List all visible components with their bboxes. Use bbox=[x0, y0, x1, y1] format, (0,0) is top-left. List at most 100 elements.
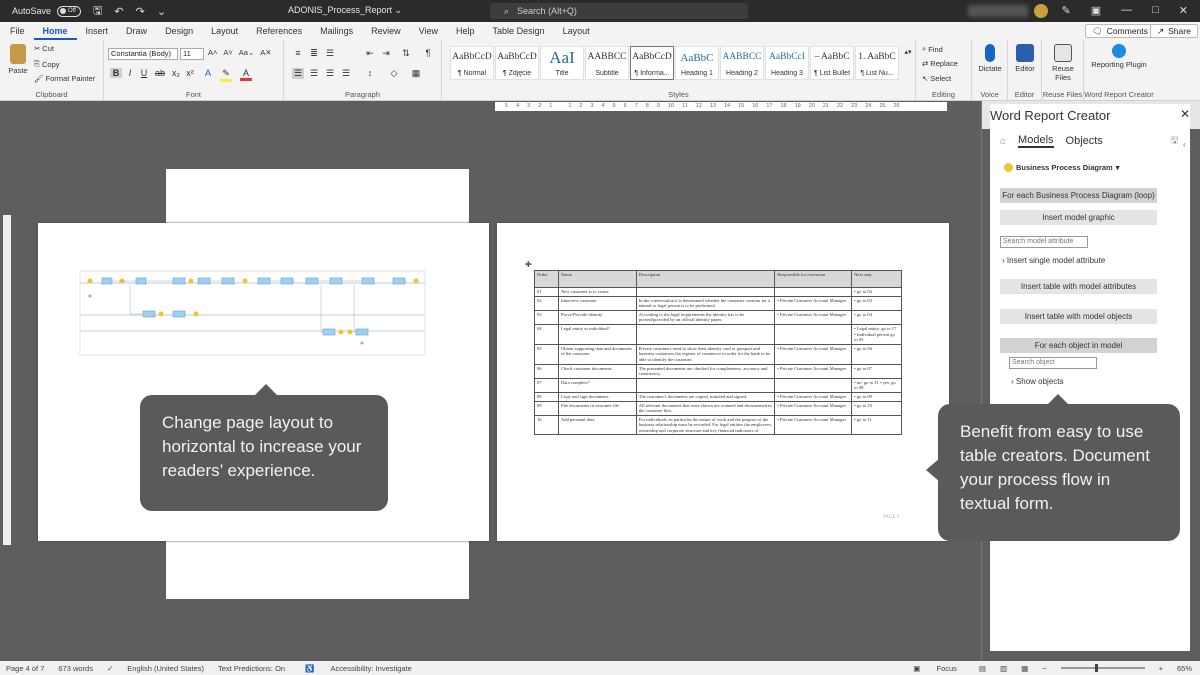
proofing-icon[interactable]: ✓ bbox=[107, 664, 113, 673]
for-each-object-button[interactable]: For each object in model bbox=[1000, 338, 1157, 353]
close-pane-icon[interactable]: ✕ bbox=[1180, 107, 1190, 121]
tab-table-layout[interactable]: Layout bbox=[554, 22, 599, 40]
focus-mode[interactable]: ▣ Focus bbox=[907, 664, 965, 673]
tab-design[interactable]: Design bbox=[156, 22, 202, 40]
accessibility-status[interactable]: ♿ Accessibility: Investigate bbox=[299, 664, 420, 673]
maximize-icon[interactable]: □ bbox=[1152, 4, 1159, 17]
autosave-toggle[interactable]: Off bbox=[57, 5, 82, 17]
zoom-level[interactable]: 65% bbox=[1177, 664, 1192, 673]
table-cell[interactable]: Private customers need to show their ide… bbox=[635, 343, 776, 365]
table-cell[interactable]: • Private Customer Account Manager bbox=[774, 309, 853, 325]
search-box[interactable]: ⌕ Search (Alt+Q) bbox=[490, 3, 748, 19]
shrink-font-icon[interactable]: A˅ bbox=[223, 48, 232, 57]
style-subtitle[interactable]: AABBCC Subtitle bbox=[585, 46, 629, 80]
collapse-pane-icon[interactable]: ‹ bbox=[1183, 140, 1186, 149]
find-button[interactable]: ⌕ Find bbox=[922, 44, 943, 54]
font-name-combo[interactable]: Constantia (Body) bbox=[108, 48, 178, 60]
table-cell[interactable]: • Private Customer Account Manager bbox=[774, 414, 853, 436]
table-cell[interactable]: 08 bbox=[534, 391, 559, 402]
save-icon[interactable]: 🖫 bbox=[93, 2, 102, 21]
table-cell[interactable]: • no: go to 11 • yes: go to 08 bbox=[851, 377, 902, 393]
multilevel-list-icon[interactable]: ☰ bbox=[324, 48, 336, 59]
change-case-icon[interactable]: Aa⌄ bbox=[239, 48, 254, 57]
font-size-combo[interactable]: 11 bbox=[180, 48, 204, 60]
table-cell[interactable]: Interview customer bbox=[557, 295, 637, 311]
align-center-icon[interactable]: ☰ bbox=[308, 68, 320, 79]
decrease-indent-icon[interactable]: ⇤ bbox=[364, 48, 376, 59]
copy-button[interactable]: ⎘ Copy bbox=[34, 59, 60, 69]
word-count[interactable]: 673 words bbox=[58, 664, 93, 673]
table-move-handle-icon[interactable]: ✚ bbox=[525, 260, 532, 269]
table-cell[interactable]: • go to 11 bbox=[851, 414, 902, 436]
borders-icon[interactable]: ▦ bbox=[410, 68, 422, 79]
strikethrough-icon[interactable]: ab bbox=[154, 68, 166, 78]
editor-button[interactable]: Editor bbox=[1010, 42, 1040, 73]
table-cell[interactable] bbox=[635, 323, 776, 345]
table-cell[interactable]: 05 bbox=[534, 343, 559, 365]
align-left-icon[interactable]: ☰ bbox=[292, 68, 304, 79]
table-cell[interactable]: 07 bbox=[534, 377, 559, 393]
table-cell[interactable]: • go to 06 bbox=[851, 343, 902, 365]
table-cell[interactable]: Check customer documents bbox=[557, 363, 637, 379]
grow-font-icon[interactable]: A˄ bbox=[208, 48, 217, 57]
pen-icon[interactable]: ✎ bbox=[1062, 4, 1071, 17]
table-cell[interactable]: • Private Customer Account Manager bbox=[774, 343, 853, 365]
reporting-plugin-button[interactable]: Reporting Plugin bbox=[1088, 42, 1150, 69]
search-model-attribute-input[interactable]: Search model attribute bbox=[1000, 236, 1088, 248]
sort-icon[interactable]: ⇅ bbox=[400, 48, 412, 59]
tab-home[interactable]: Home bbox=[33, 22, 77, 40]
table-cell[interactable]: For individuals, in particular the natur… bbox=[635, 414, 776, 436]
zoom-in-icon[interactable]: + bbox=[1159, 664, 1163, 673]
clear-formatting-icon[interactable]: A✕ bbox=[260, 48, 271, 57]
read-mode-icon[interactable]: ▤ bbox=[979, 664, 986, 673]
autosave-control[interactable]: AutoSave Off bbox=[12, 5, 82, 17]
table-cell[interactable]: Data complete? bbox=[557, 377, 637, 393]
style-heading-3[interactable]: AaBbCcI Heading 3 bbox=[765, 46, 809, 80]
table-cell[interactable]: • go to 10 bbox=[851, 400, 902, 416]
vertical-ruler[interactable] bbox=[3, 215, 11, 545]
pane-tab-models[interactable]: Models bbox=[1018, 134, 1054, 148]
table-cell[interactable]: • Legal entity: go to 17 • Individual pe… bbox=[851, 323, 902, 345]
tab-mailings[interactable]: Mailings bbox=[311, 22, 362, 40]
style-list-bullet[interactable]: – AaBbC ¶ List Bullet bbox=[810, 46, 854, 80]
bullets-icon[interactable]: ≡ bbox=[292, 48, 304, 58]
pane-tab-objects[interactable]: Objects bbox=[1066, 135, 1103, 147]
for-each-diagram-button[interactable]: For each Business Process Diagram (loop) bbox=[1000, 188, 1157, 203]
justify-icon[interactable]: ☰ bbox=[340, 68, 352, 79]
search-object-input[interactable]: Search object bbox=[1009, 357, 1097, 369]
insert-single-attribute-link[interactable]: › Insert single model attribute bbox=[1002, 256, 1105, 265]
italic-icon[interactable]: I bbox=[124, 68, 136, 78]
table-cell[interactable]: The customer's documents are copied, ini… bbox=[635, 391, 776, 402]
document-title[interactable]: ADONIS_Process_Report ⌄ bbox=[288, 5, 402, 16]
subscript-icon[interactable]: x₂ bbox=[170, 68, 182, 78]
tab-file[interactable]: File bbox=[0, 22, 34, 40]
tab-draw[interactable]: Draw bbox=[117, 22, 156, 40]
table-cell[interactable]: • Private Customer Account Manager bbox=[774, 363, 853, 379]
style-informa[interactable]: AaBbCcD ¶ Informa... bbox=[630, 46, 674, 80]
table-cell[interactable]: In the conversation it is determined whe… bbox=[635, 295, 776, 311]
table-cell[interactable]: Obtain supporting data and documents of … bbox=[557, 343, 637, 365]
table-cell[interactable] bbox=[774, 287, 853, 297]
numbering-icon[interactable]: ≣ bbox=[308, 48, 320, 59]
bold-icon[interactable]: B bbox=[110, 68, 122, 78]
close-icon[interactable]: ✕ bbox=[1179, 4, 1188, 17]
ribbon-display-icon[interactable]: ▣ bbox=[1091, 4, 1101, 17]
paste-button[interactable]: Paste bbox=[4, 42, 32, 75]
table-cell[interactable]: 03 bbox=[534, 309, 559, 325]
table-cell[interactable]: 09 bbox=[534, 400, 559, 416]
font-color-icon[interactable]: A bbox=[240, 68, 252, 81]
table-cell[interactable]: File documents in customer file bbox=[557, 400, 637, 416]
customize-toolbar-icon[interactable]: ⌄ bbox=[157, 5, 166, 18]
style-normal[interactable]: AaBbCcD ¶ Normal bbox=[450, 46, 494, 80]
model-type-dropdown[interactable]: Business Process Diagram ▾ bbox=[1004, 163, 1119, 172]
table-cell[interactable]: The presented documents are checked for … bbox=[635, 363, 776, 379]
table-cell[interactable]: • go to 04 bbox=[851, 309, 902, 325]
tab-view[interactable]: View bbox=[410, 22, 447, 40]
tab-insert[interactable]: Insert bbox=[77, 22, 118, 40]
dictate-button[interactable]: Dictate bbox=[974, 42, 1006, 73]
table-cell[interactable]: 02 bbox=[534, 295, 559, 311]
table-cell[interactable]: Legal entity or individual? bbox=[557, 323, 637, 345]
style-heading-2[interactable]: AABBCC Heading 2 bbox=[720, 46, 764, 80]
text-effects-icon[interactable]: A bbox=[202, 68, 214, 78]
table-cell[interactable] bbox=[774, 323, 853, 345]
